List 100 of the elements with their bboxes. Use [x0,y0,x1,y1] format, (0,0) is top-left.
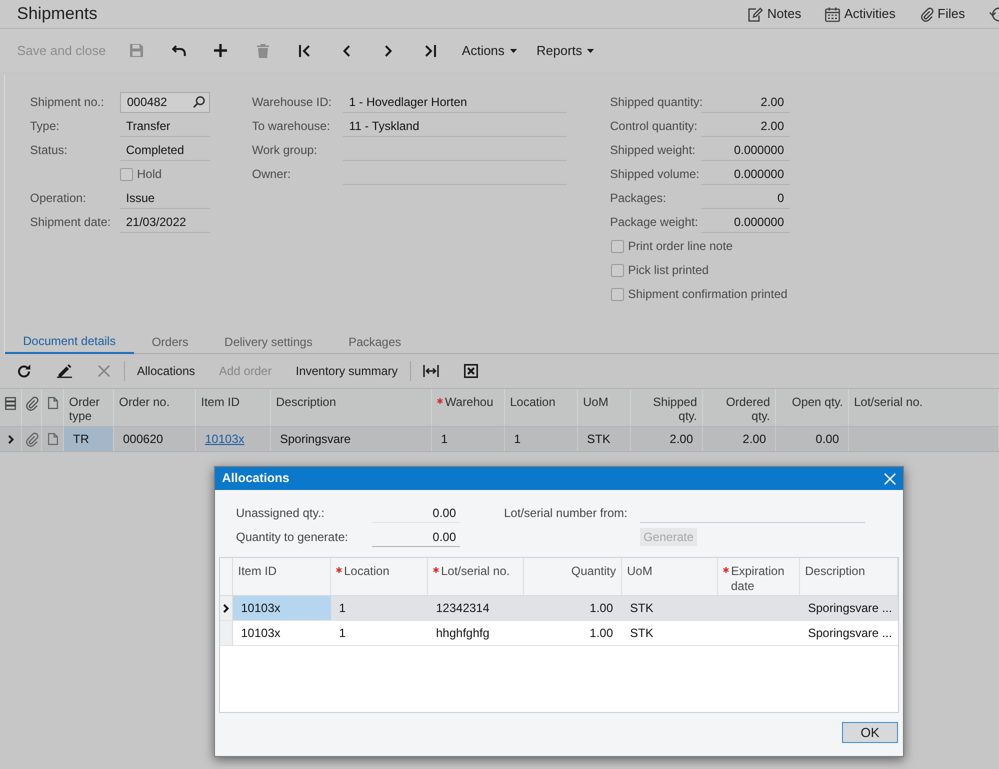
paperclip-icon[interactable] [24,432,38,446]
undo-icon [172,45,186,56]
table-cell: 000620 [114,427,196,451]
table-cell: TR [64,427,114,451]
tab[interactable]: Orders [134,330,206,354]
input-field[interactable]: Completed [120,140,210,160]
table-row[interactable]: TR 000620 10103x Sporingsvare 1 1 STK 2.00 2.00 0.00 [0,427,999,452]
tab[interactable]: Packages [330,330,420,354]
column-header[interactable]: Item ID [238,564,277,579]
lookup-field[interactable]: 000482 [120,92,210,112]
table-cell: 2.00 [631,427,703,451]
checkbox[interactable] [120,168,133,180]
chevron-right-icon [8,434,14,444]
page-title: Shipments [17,4,98,24]
input-field[interactable]: 11 - Tyskland [343,116,567,136]
input-field[interactable]: 0.00 [372,527,460,547]
close-icon [98,365,110,377]
column-header[interactable]: Ordered qty. [708,395,770,423]
files-button[interactable]: Files [920,6,965,22]
column-header[interactable]: UoM [627,564,652,579]
paperclip-icon [24,396,38,411]
document-icon [48,397,58,409]
table-cell: 0.00 [776,427,849,451]
field-label: Shipped volume: [610,166,700,183]
column-header[interactable]: Quantity [571,564,616,579]
column-header[interactable]: Description [805,564,866,579]
table-cell-text: hhghfghfg [435,625,490,642]
input-field[interactable]: 0.000000 [701,212,790,232]
field-label: Lot/serial number from: [504,505,628,522]
item-link[interactable]: 10103x [205,430,244,448]
table-row[interactable]: 10103x 1 12342314 1.00 STK Sporingsvare ... [220,596,898,621]
field-label: Owner: [252,166,292,183]
input-field[interactable]: 21/03/2022 [120,212,210,232]
table-cell: 1 [432,427,505,451]
input-field[interactable]: Issue [120,188,210,208]
column-header[interactable]: Expiration date [731,564,794,594]
table-cell-text: STK [629,625,654,642]
column-header[interactable]: UoM [583,395,608,409]
checkbox-label: Shipment confirmation printed [628,286,788,303]
table-cell-text: Sporingsvare ... [807,600,894,617]
document-icon[interactable] [48,433,58,445]
chevron-right-icon [385,44,392,56]
table-cell-text: Sporingsvare ... [807,625,894,642]
field-label: Shipment no.: [30,94,106,111]
checkbox[interactable] [611,264,624,276]
table-cell-text: 1 [338,600,347,617]
table-cell-text: 10103x [240,625,282,642]
table-cell: STK [578,427,631,451]
double-arrow-icon [422,365,439,377]
column-header[interactable]: Order type [69,395,108,423]
toolbar-button[interactable]: Inventory summary [284,358,410,384]
tab[interactable]: Delivery settings [206,330,330,354]
field-label: Operation: [30,190,88,207]
input-field[interactable]: 0.000000 [701,164,790,184]
toolbar-button[interactable]: Allocations [125,358,208,384]
column-header[interactable]: Description [276,395,336,409]
menu-button[interactable]: Reports [526,36,604,64]
column-header[interactable]: Warehou [445,395,494,409]
column-header[interactable]: Open qty. [792,395,843,409]
input-field[interactable]: 2.00 [701,92,790,112]
table-cell-text: 1 [338,625,347,642]
column-header[interactable]: Lot/serial no. [854,395,923,409]
field-label: Quantity to generate: [236,529,350,546]
caret-down-icon [587,48,594,52]
close-button[interactable] [883,472,897,486]
tab[interactable]: Document details [5,330,134,354]
table-cell: 1 [505,427,578,451]
column-header[interactable]: Shipped qty. [636,395,697,423]
column-header[interactable]: Order no. [119,395,170,409]
checkbox-label: Hold [137,166,162,183]
calendar-icon [825,6,840,22]
checkbox[interactable] [611,240,624,252]
field-label: Control quantity: [610,118,698,135]
stacked-rows-icon[interactable] [5,397,16,410]
field-label: Status: [30,142,68,159]
bar-chevron-left-icon [299,44,310,56]
input-field[interactable]: 2.00 [701,116,790,136]
column-header[interactable]: Lot/serial no. [441,564,510,579]
column-header[interactable]: Location [510,395,556,409]
field-label: Packages: [610,190,668,207]
ok-button[interactable]: OK [842,722,898,743]
table-row[interactable]: 10103x 1 hhghfghfg 1.00 STK Sporingsvare ... [220,621,898,646]
input-field[interactable]: Transfer [120,116,210,136]
search-icon [193,96,205,108]
table-cell-text: 1.00 [588,625,614,642]
notes-button[interactable]: Notes [748,6,802,22]
input-field[interactable]: 1 - Hovedlager Horten [343,92,567,112]
menu-button[interactable]: Actions [452,36,527,64]
field-label: Shipment date: [30,214,112,231]
field-label: To warehouse: [252,118,332,135]
field-label: Warehouse ID: [252,94,333,111]
field-label: Unassigned qty.: [236,505,326,522]
close-icon [884,472,896,484]
column-header[interactable]: Item ID [201,395,240,409]
input-field[interactable]: 0.00 [372,503,460,523]
input-field[interactable]: 0 [701,188,790,208]
input-field[interactable]: 0.000000 [701,140,790,160]
checkbox[interactable] [611,288,624,300]
activities-button[interactable]: Activities [825,6,896,22]
column-header[interactable]: Location [344,564,390,579]
